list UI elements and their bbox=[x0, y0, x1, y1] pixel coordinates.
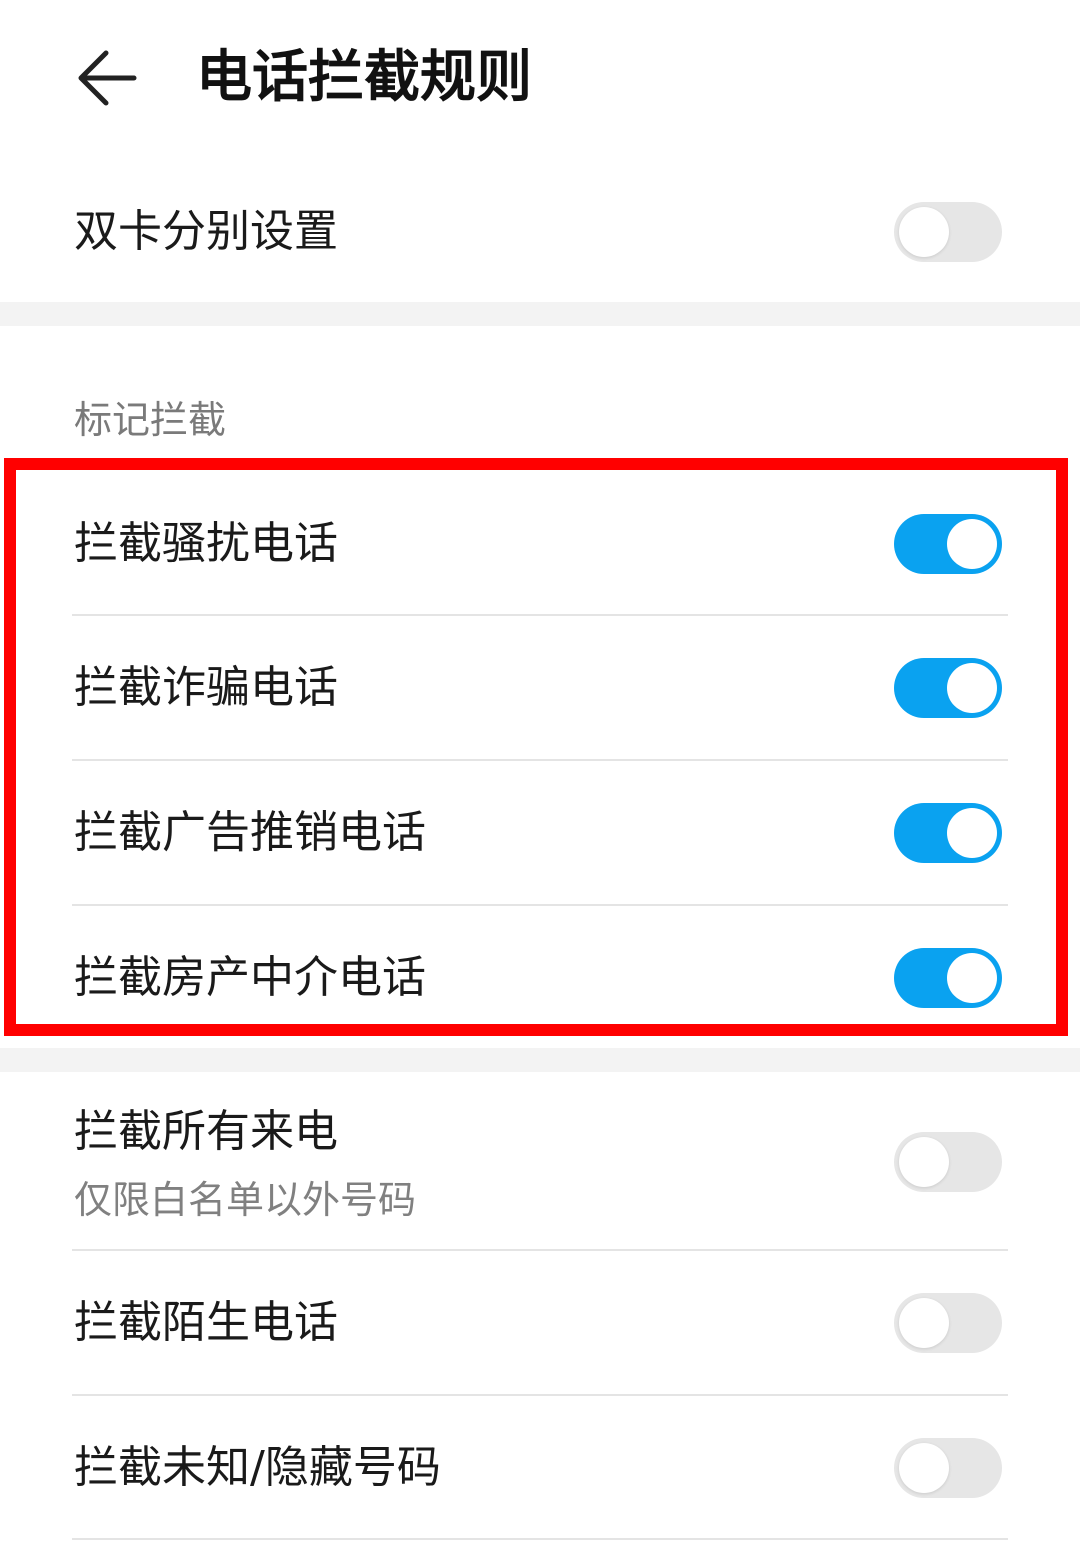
toggle-knob bbox=[899, 1137, 949, 1187]
block-ads-toggle[interactable] bbox=[894, 803, 1002, 863]
block-fraud-row[interactable]: 拦截诈骗电话 bbox=[0, 616, 1080, 760]
block-all-calls-label: 拦截所有来电 bbox=[74, 1106, 338, 1157]
dual-sim-toggle[interactable] bbox=[894, 202, 1002, 262]
block-unknown-label: 拦截未知/隐藏号码 bbox=[74, 1442, 441, 1493]
app-bar: 电话拦截规则 bbox=[0, 0, 1080, 160]
call-block-rules-screen: 电话拦截规则 双卡分别设置 标记拦截 拦截骚扰电话 拦截诈骗电话 拦截广告推销电… bbox=[0, 0, 1080, 1542]
dual-sim-row[interactable]: 双卡分别设置 bbox=[0, 170, 1080, 294]
block-unknown-row[interactable]: 拦截未知/隐藏号码 bbox=[0, 1396, 1080, 1540]
block-harassment-toggle[interactable] bbox=[894, 514, 1002, 574]
toggle-knob bbox=[947, 519, 997, 569]
block-fraud-toggle[interactable] bbox=[894, 658, 1002, 718]
toggle-knob bbox=[899, 1298, 949, 1348]
block-strangers-row[interactable]: 拦截陌生电话 bbox=[0, 1251, 1080, 1395]
divider bbox=[72, 1538, 1008, 1540]
arrow-left-icon[interactable] bbox=[60, 38, 150, 118]
toggle-knob bbox=[947, 663, 997, 713]
block-ads-label: 拦截广告推销电话 bbox=[74, 807, 426, 858]
block-all-calls-toggle[interactable] bbox=[894, 1132, 1002, 1192]
block-real-estate-toggle[interactable] bbox=[894, 948, 1002, 1008]
toggle-knob bbox=[947, 808, 997, 858]
block-harassment-label: 拦截骚扰电话 bbox=[74, 518, 338, 569]
toggle-knob bbox=[947, 953, 997, 1003]
block-real-estate-row[interactable]: 拦截房产中介电话 bbox=[0, 906, 1080, 1036]
block-all-calls-row[interactable]: 拦截所有来电 仅限白名单以外号码 bbox=[0, 1090, 1080, 1248]
toggle-knob bbox=[899, 207, 949, 257]
dual-sim-label: 双卡分别设置 bbox=[74, 206, 338, 257]
block-strangers-label: 拦截陌生电话 bbox=[74, 1297, 338, 1348]
block-unknown-toggle[interactable] bbox=[894, 1438, 1002, 1498]
block-fraud-label: 拦截诈骗电话 bbox=[74, 662, 338, 713]
toggle-knob bbox=[899, 1443, 949, 1493]
section-separator bbox=[0, 302, 1080, 326]
page-title: 电话拦截规则 bbox=[196, 45, 532, 110]
section-title-mark-block: 标记拦截 bbox=[74, 398, 227, 442]
block-real-estate-label: 拦截房产中介电话 bbox=[74, 952, 426, 1003]
block-all-calls-sublabel: 仅限白名单以外号码 bbox=[74, 1178, 417, 1222]
block-harassment-row[interactable]: 拦截骚扰电话 bbox=[0, 470, 1080, 614]
block-ads-row[interactable]: 拦截广告推销电话 bbox=[0, 761, 1080, 905]
section-separator bbox=[0, 1048, 1080, 1072]
block-strangers-toggle[interactable] bbox=[894, 1293, 1002, 1353]
